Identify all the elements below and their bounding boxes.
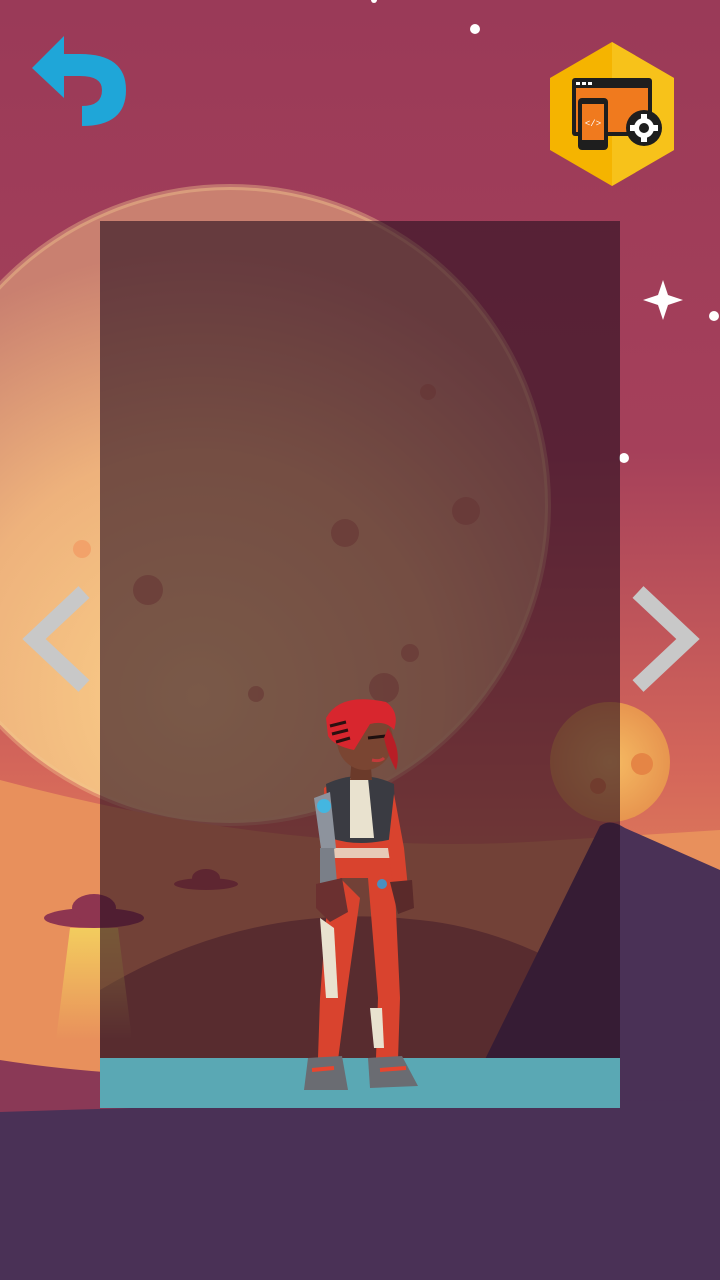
svg-text:</>: </> [585,119,601,129]
astronaut-character[interactable] [290,698,440,1098]
chevron-right-icon [632,586,700,692]
next-character-button[interactable] [628,582,704,696]
undo-arrow-icon [32,36,126,126]
device-settings-icon: </> [550,42,674,186]
small-planet [73,540,91,558]
back-button[interactable] [28,32,132,128]
ground [0,1100,720,1280]
settings-button[interactable]: </> [548,42,676,186]
previous-character-button[interactable] [18,582,94,696]
chevron-left-icon [22,586,90,692]
